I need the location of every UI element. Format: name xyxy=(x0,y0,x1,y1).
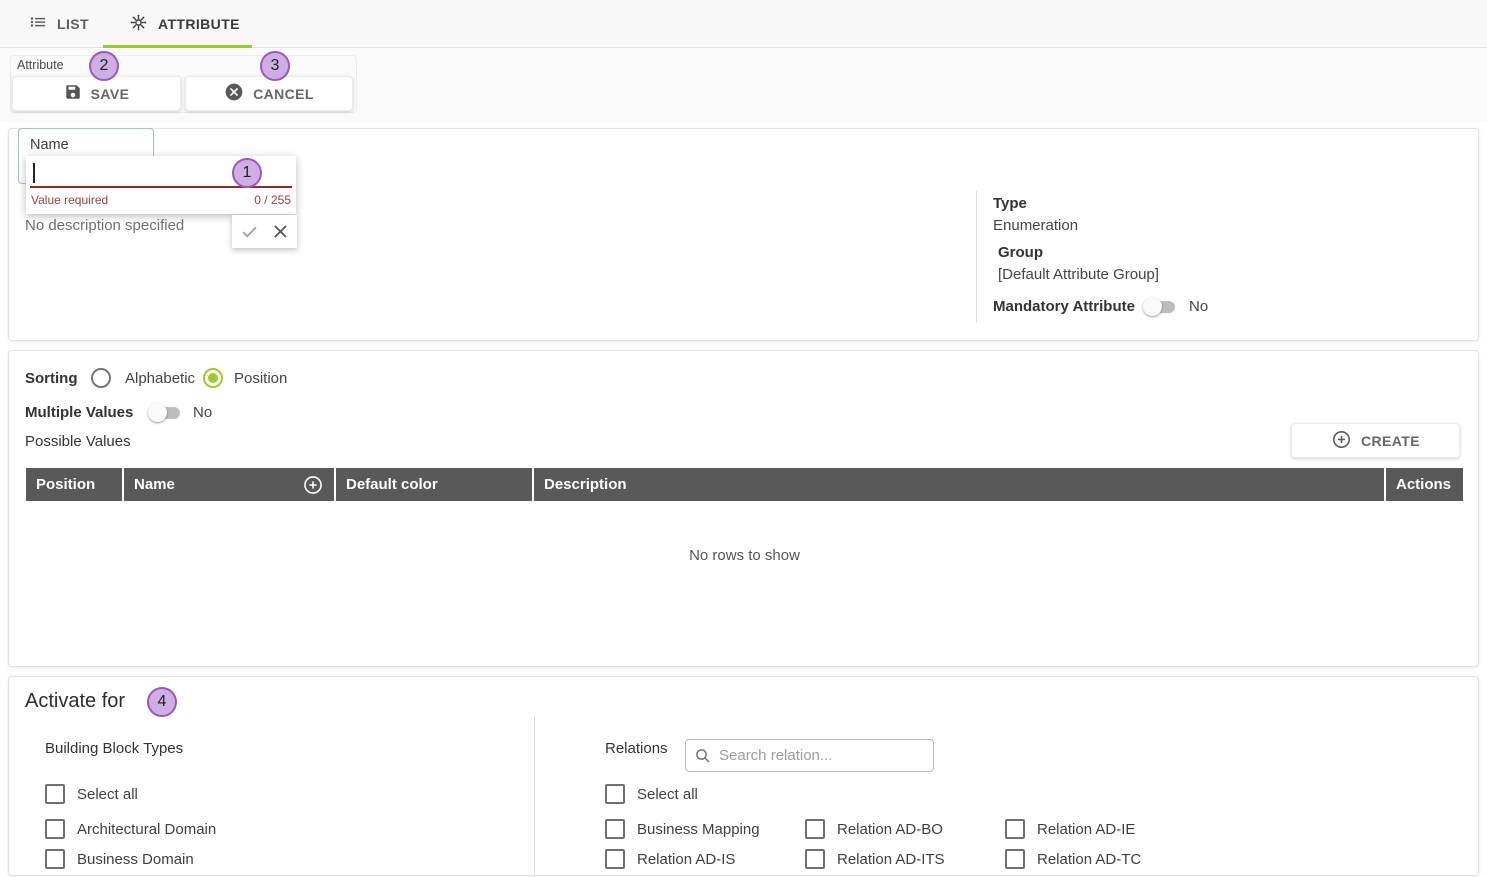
floppy-disk-icon xyxy=(64,83,82,104)
detail-divider xyxy=(976,191,977,323)
tab-attribute[interactable]: ATTRIBUTE xyxy=(128,0,240,47)
radio-position-label[interactable]: Position xyxy=(234,370,287,387)
table-empty-message: No rows to show xyxy=(26,547,1463,564)
radio-alphabetic[interactable] xyxy=(91,368,111,388)
description-placeholder: No description specified xyxy=(25,217,184,234)
activate-for-divider xyxy=(534,716,535,877)
relation-item-row: Relation AD-IS xyxy=(605,849,735,869)
group-label: Group xyxy=(998,244,1043,261)
tab-bar: LIST ATTRIBUTE xyxy=(0,0,1487,48)
radio-position[interactable] xyxy=(203,368,223,388)
type-value: Enumeration xyxy=(993,217,1078,234)
validation-error-text: Value required xyxy=(31,193,108,207)
relations-select-all-label[interactable]: Select all xyxy=(637,786,698,803)
text-caret xyxy=(33,163,35,183)
relation-item-row: Relation AD-TC xyxy=(1005,849,1141,869)
checkbox-relation-ad-tc[interactable] xyxy=(1005,849,1025,869)
bbt-select-all-row: Select all xyxy=(45,784,138,804)
attribute-detail-card: Name Value required 0 / 255 No descripti… xyxy=(8,128,1479,341)
checkbox-relation-ad-ie[interactable] xyxy=(1005,819,1025,839)
create-button[interactable]: CREATE xyxy=(1291,423,1460,458)
check-icon[interactable] xyxy=(240,222,259,241)
search-icon xyxy=(694,747,712,765)
radio-alphabetic-label[interactable]: Alphabetic xyxy=(125,370,195,387)
relation-item-row: Relation AD-BO xyxy=(805,819,943,839)
checkbox-business-domain[interactable] xyxy=(45,849,65,869)
list-icon xyxy=(28,12,48,35)
annotation-circle-4: 4 xyxy=(147,687,177,717)
multiple-values-toggle[interactable] xyxy=(148,403,182,422)
checkbox-relation-ad-its[interactable] xyxy=(805,849,825,869)
checkbox-relation-ad-is[interactable] xyxy=(605,849,625,869)
cancel-button-label: CANCEL xyxy=(253,86,314,102)
column-header-description[interactable]: Description xyxy=(534,468,1384,501)
bbt-select-all-label[interactable]: Select all xyxy=(77,786,138,803)
sorting-label: Sorting xyxy=(25,370,78,387)
checkbox-business-mapping[interactable] xyxy=(605,819,625,839)
multiple-values-value: No xyxy=(193,404,212,421)
type-label: Type xyxy=(993,195,1027,212)
tab-attribute-label: ATTRIBUTE xyxy=(158,16,240,32)
relation-item-row: Relation AD-IE xyxy=(1005,819,1135,839)
bbt-item-row: Architectural Domain xyxy=(45,819,216,839)
relations-label: Relations xyxy=(605,740,668,757)
relation-search xyxy=(685,739,934,772)
checkbox-bbt-select-all[interactable] xyxy=(45,784,65,804)
relation-search-input[interactable] xyxy=(719,747,925,764)
group-value[interactable]: [Default Attribute Group] xyxy=(998,266,1159,283)
column-header-name[interactable]: Name xyxy=(124,468,334,501)
toolbar: Attribute SAVE CANCEL xyxy=(0,48,1487,122)
bbt-item-row: Business Domain xyxy=(45,849,194,869)
table-header-row: Position Name Default color Description … xyxy=(26,468,1463,501)
annotation-circle-3: 3 xyxy=(260,51,290,81)
column-header-default-color[interactable]: Default color xyxy=(336,468,532,501)
column-header-position[interactable]: Position xyxy=(26,468,122,501)
relation-item-row: Business Mapping xyxy=(605,819,760,839)
building-block-types-label: Building Block Types xyxy=(45,740,183,757)
checkbox-architectural-domain[interactable] xyxy=(45,819,65,839)
name-field-label: Name xyxy=(30,137,69,153)
hub-icon xyxy=(128,12,149,36)
tab-list-label: LIST xyxy=(57,16,89,32)
save-button-label: SAVE xyxy=(91,86,130,102)
create-button-label: CREATE xyxy=(1361,433,1420,449)
close-icon[interactable] xyxy=(271,222,290,241)
close-circle-icon xyxy=(224,82,244,105)
attribute-fieldset-legend: Attribute xyxy=(17,58,64,72)
cancel-button[interactable]: CANCEL xyxy=(185,76,353,111)
relations-select-all-row: Select all xyxy=(605,784,698,804)
name-input[interactable] xyxy=(32,161,262,185)
mandatory-attribute-toggle[interactable] xyxy=(1143,297,1177,316)
possible-values-label: Possible Values xyxy=(25,433,131,450)
possible-values-card: Sorting Alphabetic Position Multiple Val… xyxy=(8,350,1479,667)
save-button[interactable]: SAVE xyxy=(12,76,181,111)
edit-confirm-bar xyxy=(232,215,297,248)
checkbox-relation-ad-bo[interactable] xyxy=(805,819,825,839)
add-value-icon[interactable] xyxy=(302,474,324,496)
multiple-values-label: Multiple Values xyxy=(25,404,133,421)
mandatory-attribute-value: No xyxy=(1189,298,1208,315)
tab-list[interactable]: LIST xyxy=(28,0,89,47)
activate-for-card: Activate for Building Block Types Select… xyxy=(8,676,1479,876)
annotation-circle-1: 1 xyxy=(232,158,262,188)
checkbox-relations-select-all[interactable] xyxy=(605,784,625,804)
character-counter: 0 / 255 xyxy=(254,193,291,207)
mandatory-attribute-label: Mandatory Attribute xyxy=(993,298,1135,315)
plus-circle-icon xyxy=(1331,429,1352,453)
activate-for-title: Activate for xyxy=(25,690,125,713)
possible-values-table: Position Name Default color Description … xyxy=(26,468,1463,501)
annotation-circle-2: 2 xyxy=(89,51,119,81)
column-header-actions[interactable]: Actions xyxy=(1386,468,1463,501)
relation-item-row: Relation AD-ITS xyxy=(805,849,945,869)
